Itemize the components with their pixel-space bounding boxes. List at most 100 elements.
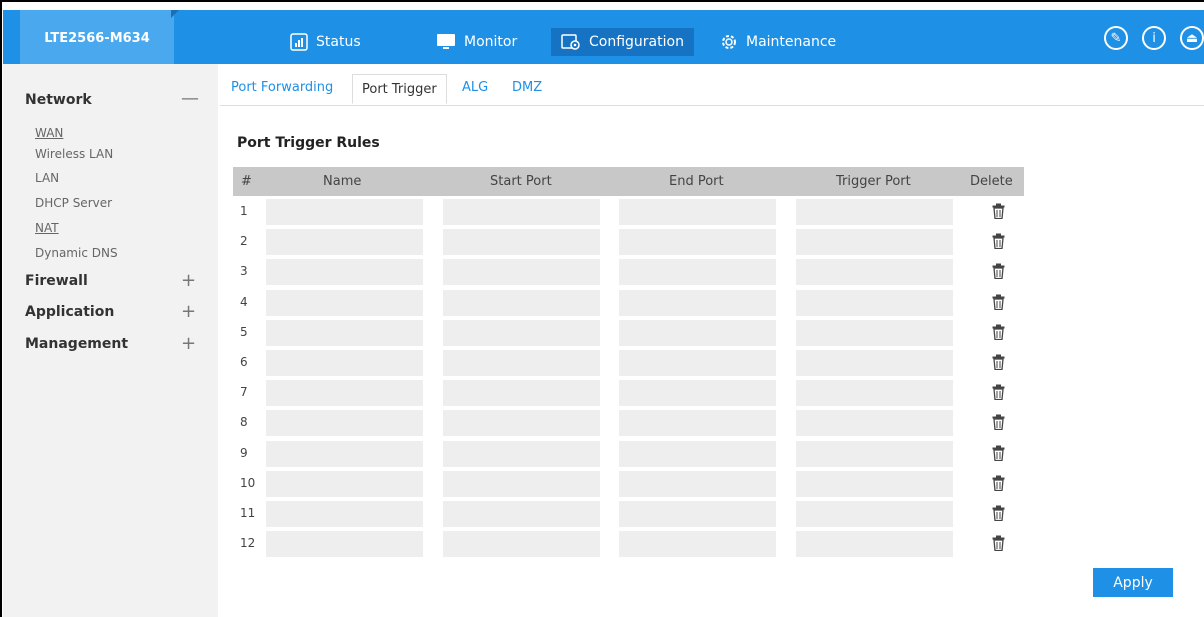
table-header: # Name Start Port End Port Trigger Port …: [233, 167, 1024, 196]
row-number: 9: [240, 445, 248, 460]
trigger-port-field[interactable]: [796, 289, 953, 316]
end-port-field[interactable]: [619, 380, 776, 407]
start-port-field[interactable]: [443, 380, 600, 407]
start-port-field[interactable]: [443, 319, 600, 346]
trigger-port-field[interactable]: [796, 531, 953, 558]
apply-button[interactable]: Apply: [1093, 568, 1173, 597]
trigger-port-field[interactable]: [796, 501, 953, 527]
trash-icon[interactable]: [992, 384, 1005, 404]
sidebar-section-management[interactable]: Management: [25, 336, 128, 352]
end-port-field[interactable]: [619, 229, 776, 256]
sidebar-item-dynamic-dns[interactable]: Dynamic DNS: [35, 246, 118, 260]
sidebar-item-dhcp-server[interactable]: DHCP Server: [35, 196, 112, 210]
start-port-field[interactable]: [443, 531, 600, 558]
end-port-field[interactable]: [619, 531, 776, 558]
name-field[interactable]: [266, 410, 423, 437]
window-border-left: [0, 0, 2, 617]
name-field[interactable]: [266, 199, 423, 225]
trash-icon[interactable]: [992, 233, 1005, 253]
trigger-port-field[interactable]: [796, 319, 953, 346]
col-header-delete: Delete: [970, 174, 1013, 189]
start-port-field[interactable]: [443, 229, 600, 256]
row-number: 5: [240, 324, 248, 339]
collapse-icon[interactable]: —: [181, 90, 199, 108]
start-port-field[interactable]: [443, 289, 600, 316]
tab-port-trigger[interactable]: Port Trigger: [352, 74, 447, 104]
table-row: 4: [233, 289, 1024, 316]
brand-tab-fold: [171, 10, 179, 18]
start-port-field[interactable]: [443, 501, 600, 527]
name-field[interactable]: [266, 350, 423, 376]
end-port-field[interactable]: [619, 410, 776, 437]
start-port-field[interactable]: [443, 410, 600, 437]
trigger-port-field[interactable]: [796, 350, 953, 376]
start-port-field[interactable]: [443, 440, 600, 467]
trash-icon[interactable]: [992, 414, 1005, 434]
sidebar-item-lan[interactable]: LAN: [35, 171, 59, 185]
trash-icon[interactable]: [992, 475, 1005, 495]
trigger-port-field[interactable]: [796, 380, 953, 407]
brand-label: LTE2566-M634: [20, 10, 174, 66]
table-row: 10: [233, 470, 1024, 497]
logout-icon[interactable]: ⏏: [1180, 26, 1204, 50]
trash-icon[interactable]: [992, 505, 1005, 525]
start-port-field[interactable]: [443, 259, 600, 286]
sidebar-item-wireless-lan[interactable]: Wireless LAN: [35, 147, 113, 161]
nav-monitor[interactable]: Monitor: [436, 28, 517, 56]
row-number: 1: [240, 204, 248, 218]
trash-icon[interactable]: [992, 535, 1005, 555]
trash-icon[interactable]: [992, 354, 1005, 374]
sidebar-item-wan[interactable]: WAN: [35, 126, 63, 140]
start-port-field[interactable]: [443, 199, 600, 225]
name-field[interactable]: [266, 289, 423, 316]
trash-icon[interactable]: [992, 203, 1005, 223]
end-port-field[interactable]: [619, 350, 776, 376]
trigger-port-field[interactable]: [796, 199, 953, 225]
name-field[interactable]: [266, 531, 423, 558]
start-port-field[interactable]: [443, 470, 600, 497]
col-header-number: #: [241, 174, 252, 189]
trigger-port-field[interactable]: [796, 410, 953, 437]
sidebar-section-firewall[interactable]: Firewall: [25, 273, 88, 289]
sidebar-section-network[interactable]: Network: [25, 92, 92, 108]
trash-icon[interactable]: [992, 263, 1005, 283]
tab-alg[interactable]: ALG: [462, 80, 488, 95]
end-port-field[interactable]: [619, 289, 776, 316]
trigger-port-field[interactable]: [796, 229, 953, 256]
nav-configuration[interactable]: Configuration: [551, 28, 694, 56]
sidebar-item-nat[interactable]: NAT: [35, 221, 59, 235]
trash-icon[interactable]: [992, 445, 1005, 465]
name-field[interactable]: [266, 470, 423, 497]
trigger-port-field[interactable]: [796, 259, 953, 286]
start-port-field[interactable]: [443, 350, 600, 376]
nav-label: Maintenance: [746, 34, 837, 50]
nav-label: Configuration: [589, 34, 684, 50]
expand-icon[interactable]: +: [181, 303, 196, 321]
end-port-field[interactable]: [619, 199, 776, 225]
name-field[interactable]: [266, 380, 423, 407]
info-icon[interactable]: i: [1142, 26, 1166, 50]
name-field[interactable]: [266, 501, 423, 527]
trigger-port-field[interactable]: [796, 440, 953, 467]
end-port-field[interactable]: [619, 319, 776, 346]
name-field[interactable]: [266, 319, 423, 346]
trigger-port-field[interactable]: [796, 470, 953, 497]
sidebar-section-application[interactable]: Application: [25, 304, 114, 320]
table-row: 1: [233, 199, 1024, 225]
wizard-icon[interactable]: ✎: [1104, 26, 1128, 50]
tab-dmz[interactable]: DMZ: [512, 80, 542, 95]
name-field[interactable]: [266, 440, 423, 467]
name-field[interactable]: [266, 229, 423, 256]
expand-icon[interactable]: +: [181, 335, 196, 353]
nav-maintenance[interactable]: Maintenance: [720, 28, 836, 56]
nav-status[interactable]: Status: [290, 28, 361, 56]
trash-icon[interactable]: [992, 294, 1005, 314]
tab-port-forwarding[interactable]: Port Forwarding: [231, 80, 333, 95]
end-port-field[interactable]: [619, 440, 776, 467]
end-port-field[interactable]: [619, 501, 776, 527]
name-field[interactable]: [266, 259, 423, 286]
end-port-field[interactable]: [619, 470, 776, 497]
end-port-field[interactable]: [619, 259, 776, 286]
trash-icon[interactable]: [992, 324, 1005, 344]
expand-icon[interactable]: +: [181, 272, 196, 290]
